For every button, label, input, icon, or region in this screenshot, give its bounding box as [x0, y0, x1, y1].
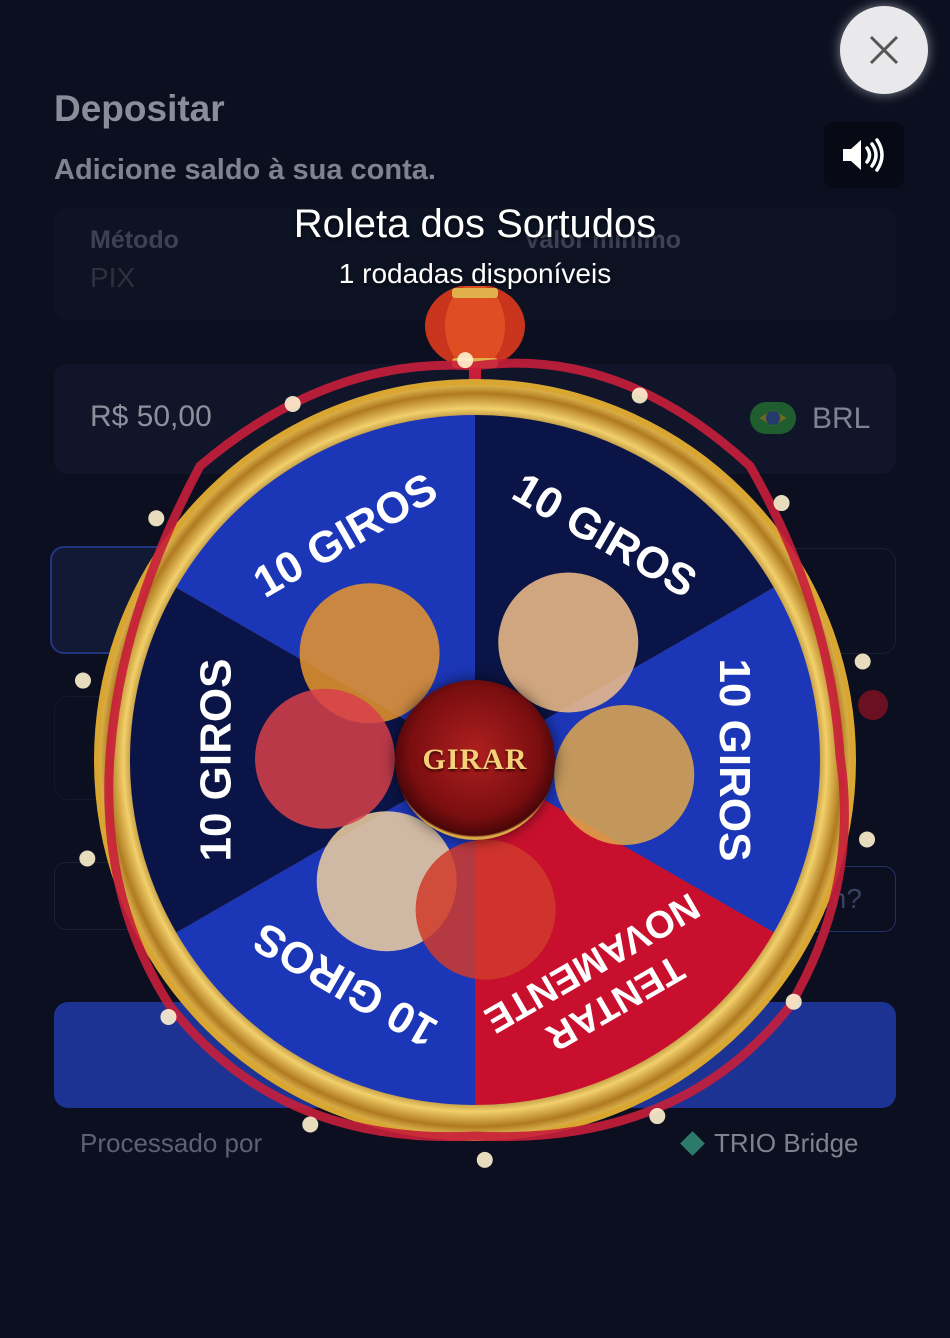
mascot-character	[255, 688, 396, 829]
sparkle-light	[79, 850, 96, 867]
close-icon	[869, 35, 899, 65]
speaker-volume-icon	[843, 138, 884, 172]
sparkle-light	[148, 510, 165, 527]
sparkle-light	[631, 387, 648, 404]
sparkle-light	[302, 1116, 319, 1133]
spin-button[interactable]: GIRAR	[395, 680, 555, 840]
wheel-title: Roleta dos Sortudos	[293, 202, 657, 246]
page-subtitle: Adicione saldo à sua conta.	[54, 154, 436, 186]
sparkle-light	[284, 395, 301, 412]
mascot-character	[554, 704, 695, 845]
spin-button-label: GIRAR	[422, 743, 528, 776]
sparkle-light	[476, 1151, 493, 1168]
sparkle-light	[457, 352, 474, 369]
sparkle-light	[649, 1108, 666, 1125]
sparkle-light	[773, 495, 790, 512]
sparkle-light	[854, 653, 871, 670]
mascot-character	[498, 572, 639, 713]
sound-toggle-button[interactable]	[824, 122, 904, 188]
page-title: Depositar	[54, 88, 225, 129]
wheel-segment-label: 10 GIROS	[191, 659, 240, 862]
sparkle-light	[785, 993, 802, 1010]
mascot-character	[415, 839, 556, 980]
wheel-segment-label: 10 GIROS	[710, 659, 759, 862]
sparkle-light	[859, 831, 876, 848]
sparkle-light	[160, 1008, 177, 1025]
prize-wheel[interactable]: 10 GIROS 10 GIROS TENTAR NOVAMENTE 10 GIROS 1…	[60, 286, 890, 1186]
close-button[interactable]	[840, 6, 928, 94]
sparkle-light	[74, 672, 91, 689]
